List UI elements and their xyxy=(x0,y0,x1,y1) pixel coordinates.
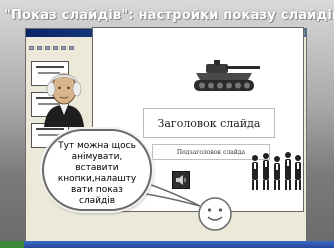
people-icon xyxy=(252,152,301,190)
tank-icon xyxy=(194,60,260,91)
taskbar xyxy=(0,241,334,248)
callout-line: вати показ xyxy=(71,185,123,195)
toolbar-icon[interactable] xyxy=(29,46,34,50)
callout-line: анімувати, xyxy=(71,152,123,162)
page-title: "Показ слайдів": настройки показу слайді… xyxy=(4,8,334,23)
slide-title[interactable]: Заголовок слайда xyxy=(143,108,275,138)
callout-line: кнопки,налашту xyxy=(57,174,137,184)
callout-line: слайдів xyxy=(78,196,116,206)
toolbar-icon[interactable] xyxy=(61,46,66,50)
toolbar-icon[interactable] xyxy=(53,46,58,50)
callout-line: Тут можна щось xyxy=(58,141,136,151)
callout-line: вставити xyxy=(75,163,119,173)
toolbar-icon[interactable] xyxy=(69,46,74,50)
toolbar-icon[interactable] xyxy=(37,46,42,50)
portrait-icon xyxy=(44,73,84,127)
smiley-icon xyxy=(198,197,232,231)
start-button[interactable] xyxy=(0,241,24,248)
callout-bubble: Тут можна щось анімувати, вставити кнопк… xyxy=(42,129,152,211)
toolbar-icon[interactable] xyxy=(45,46,50,50)
